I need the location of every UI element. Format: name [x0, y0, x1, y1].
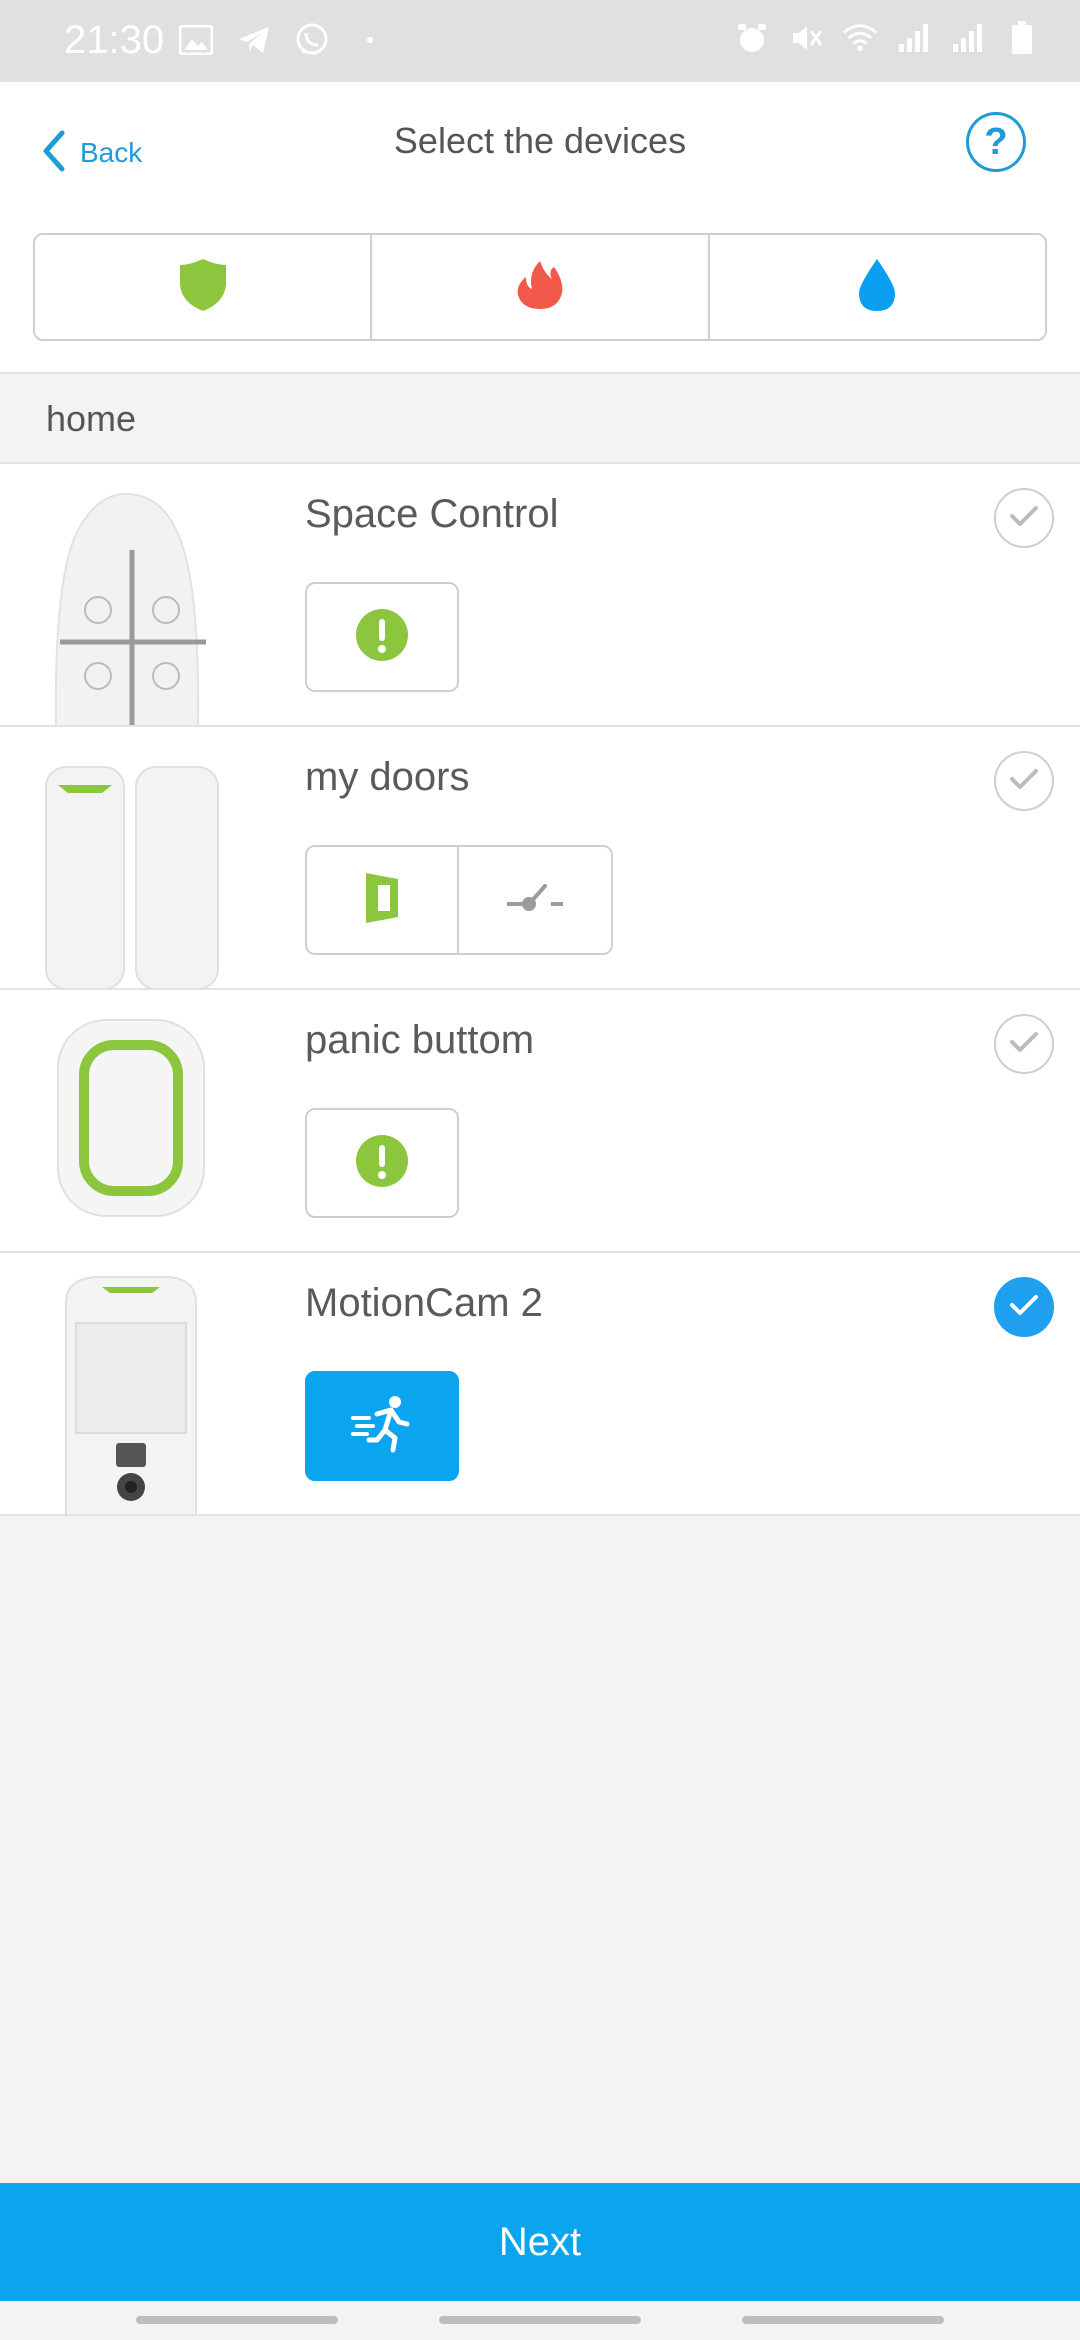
space-control-icon [36, 464, 226, 725]
status-bar: 21:30 [0, 0, 1080, 82]
mode-motion-chip[interactable] [305, 1371, 459, 1481]
drop-icon [857, 257, 897, 318]
nav-home-handle[interactable] [439, 2316, 641, 2324]
panic-button-icon [36, 990, 226, 1251]
shield-icon [178, 257, 228, 318]
door-protect-icon [36, 727, 226, 988]
app-header: Back Select the devices ? [0, 82, 1080, 228]
help-button[interactable]: ? [966, 112, 1026, 172]
page-title: Select the devices [393, 120, 687, 161]
alarm-icon [734, 20, 770, 56]
select-checkbox[interactable] [994, 751, 1054, 811]
next-button[interactable]: Next [0, 2183, 1080, 2301]
help-icon: ? [984, 120, 1008, 163]
filter-security[interactable] [35, 235, 373, 339]
filter-fire[interactable] [372, 235, 710, 339]
device-modes [305, 845, 613, 955]
device-modes [305, 1108, 459, 1218]
filter-water[interactable] [710, 235, 1045, 339]
filter-bar [0, 228, 1080, 374]
mute-icon [788, 20, 824, 56]
device-modes [305, 582, 459, 692]
viber-icon [294, 22, 330, 58]
wifi-icon [842, 20, 878, 56]
running-person-icon [351, 1394, 413, 1459]
dot-icon [352, 22, 388, 58]
device-row-space-control[interactable]: Space Control [0, 464, 1080, 727]
system-nav-bar [0, 2301, 1080, 2340]
device-list: Space Control my doors panic buttom Moti… [0, 464, 1080, 1516]
device-name: my doors [305, 755, 470, 799]
device-row-panic-button[interactable]: panic buttom [0, 990, 1080, 1253]
mode-alert-chip[interactable] [305, 1108, 459, 1218]
switch-icon [505, 878, 565, 923]
nav-back-handle[interactable] [742, 2316, 944, 2324]
signal-roaming-icon [950, 20, 986, 56]
device-modes [305, 1371, 459, 1481]
door-icon [362, 869, 402, 932]
telegram-icon [236, 22, 272, 58]
motioncam-icon [36, 1253, 226, 1514]
nav-recents-handle[interactable] [136, 2316, 338, 2324]
category-filter [33, 233, 1047, 341]
room-section-header: home [0, 374, 1080, 464]
device-row-motioncam[interactable]: MotionCam 2 [0, 1253, 1080, 1516]
device-name: MotionCam 2 [305, 1281, 543, 1325]
mode-door-chip[interactable] [305, 845, 459, 955]
mode-switch-chip[interactable] [459, 845, 613, 955]
room-name: home [46, 398, 137, 439]
device-name: panic buttom [305, 1018, 535, 1062]
battery-icon [1004, 20, 1040, 56]
check-icon [1009, 504, 1039, 533]
alert-icon [354, 607, 410, 668]
mode-alert-chip[interactable] [305, 582, 459, 692]
select-checkbox[interactable] [994, 1277, 1054, 1337]
alert-icon [354, 1133, 410, 1194]
flame-icon [514, 259, 566, 316]
check-icon [1009, 1293, 1039, 1322]
clock: 21:30 [64, 18, 165, 62]
select-checkbox[interactable] [994, 1014, 1054, 1074]
next-label: Next [498, 2219, 582, 2264]
device-name: Space Control [305, 492, 559, 536]
check-icon [1009, 1030, 1039, 1059]
signal-icon [896, 20, 932, 56]
image-icon [178, 22, 214, 58]
device-row-my-doors[interactable]: my doors [0, 727, 1080, 990]
select-checkbox[interactable] [994, 488, 1054, 548]
check-icon [1009, 767, 1039, 796]
